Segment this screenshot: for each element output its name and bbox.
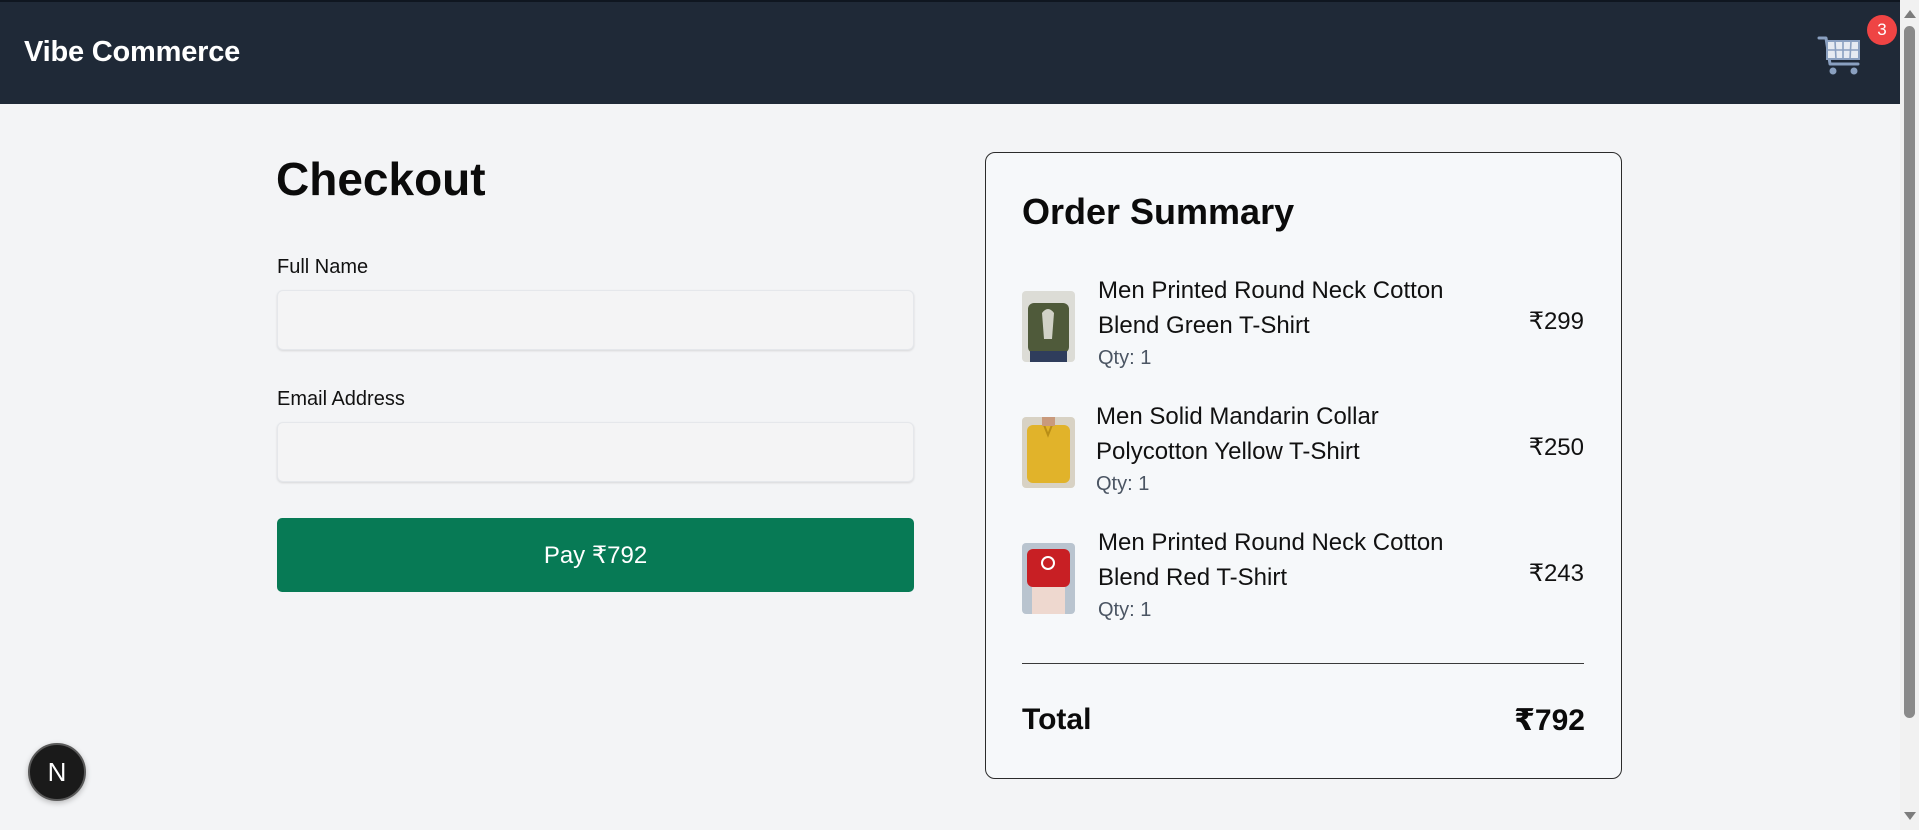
item-quantity: Qty: 1 — [1098, 347, 1152, 369]
product-thumbnail-yellow-tshirt — [1022, 417, 1075, 488]
order-item-green-tshirt: Men Printed Round Neck Cotton Blend Gree… — [1022, 273, 1584, 373]
full-name-input[interactable] — [277, 290, 914, 350]
item-name: Men Solid Mandarin Collar Polycotton Yel… — [1096, 403, 1379, 465]
product-thumbnail-red-tshirt — [1022, 543, 1075, 614]
cart-button[interactable] — [1816, 30, 1866, 80]
scroll-down-arrow-icon[interactable] — [1904, 812, 1916, 820]
order-item-yellow-tshirt: Men Solid Mandarin Collar Polycotton Yel… — [1022, 399, 1584, 499]
order-summary-title: Order Summary — [1022, 191, 1295, 232]
full-name-label: Full Name — [277, 256, 369, 278]
nextjs-icon: N — [47, 757, 67, 787]
item-price: ₹250 — [1528, 434, 1584, 461]
item-price: ₹243 — [1528, 560, 1584, 587]
summary-divider — [1022, 663, 1584, 664]
email-input[interactable] — [277, 422, 914, 482]
item-quantity: Qty: 1 — [1098, 599, 1152, 621]
order-summary-card: Order Summary Men Printed Round Neck Cot… — [985, 152, 1622, 779]
shopping-cart-icon — [1817, 36, 1860, 75]
item-name: Men Printed Round Neck Cotton Blend Red … — [1098, 529, 1444, 591]
scrollbar-thumb[interactable] — [1904, 26, 1915, 718]
top-navbar: Vibe Commerce 3 — [0, 0, 1900, 104]
item-name: Men Printed Round Neck Cotton Blend Gree… — [1098, 277, 1444, 339]
page-title: Checkout — [276, 153, 486, 205]
email-label: Email Address — [277, 388, 405, 410]
product-thumbnail-green-tshirt — [1022, 291, 1075, 362]
item-price: ₹299 — [1528, 308, 1584, 335]
cart-count-badge: 3 — [1867, 15, 1897, 45]
order-item-red-tshirt: Men Printed Round Neck Cotton Blend Red … — [1022, 525, 1584, 625]
checkout-page: Vibe Commerce 3 Checkout Full Name Email… — [0, 0, 1919, 830]
brand-logo-text[interactable]: Vibe Commerce — [24, 36, 240, 69]
item-quantity: Qty: 1 — [1096, 473, 1150, 495]
nextjs-dev-indicator-button[interactable]: N — [28, 743, 86, 801]
scroll-up-arrow-icon[interactable] — [1904, 10, 1916, 18]
pay-button[interactable]: Pay ₹792 — [277, 518, 914, 592]
total-value: ₹792 — [1514, 704, 1585, 737]
total-label: Total — [1022, 703, 1092, 736]
page-scrollbar[interactable] — [1900, 0, 1919, 830]
